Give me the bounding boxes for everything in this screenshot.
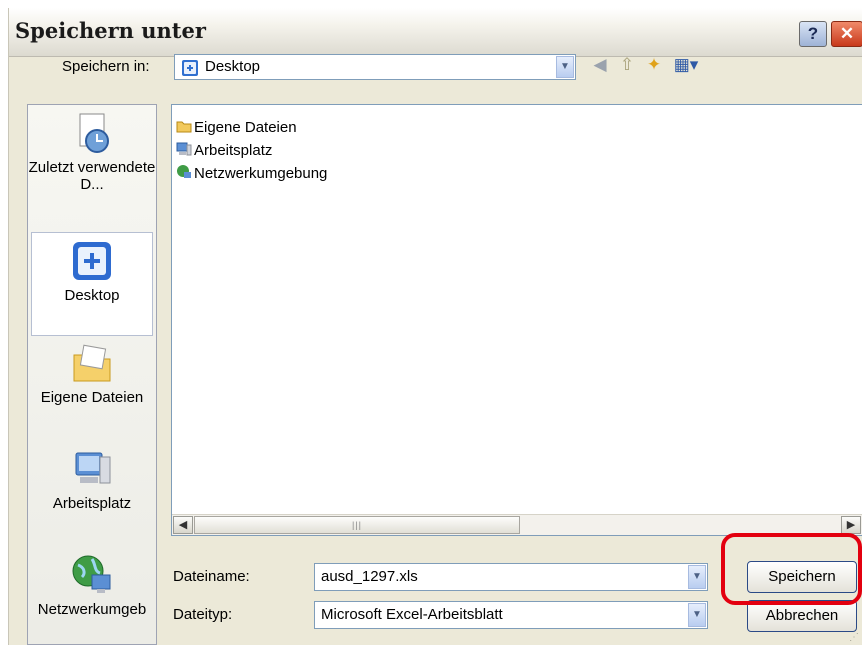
filename-value: ausd_1297.xls	[321, 568, 418, 585]
new-folder-icon[interactable]: ✦	[643, 54, 665, 76]
list-item[interactable]: Arbeitsplatz	[176, 141, 272, 161]
place-my-documents[interactable]: Eigene Dateien	[28, 341, 156, 406]
place-recent[interactable]: Zuletzt verwendete D...	[28, 111, 156, 193]
file-name: Netzwerkumgebung	[194, 165, 328, 182]
place-desktop-label: Desktop	[64, 287, 120, 304]
resize-grip-icon[interactable]: ⋰	[849, 632, 859, 643]
place-my-documents-label: Eigene Dateien	[40, 389, 144, 406]
file-name: Eigene Dateien	[194, 119, 297, 136]
place-desktop[interactable]: Desktop	[31, 232, 153, 336]
scroll-right-button[interactable]: ▶	[841, 516, 861, 534]
up-folder-icon[interactable]: ⇧	[616, 54, 638, 76]
places-bar: Zuletzt verwendete D... Desktop Eigene D…	[27, 104, 157, 645]
filename-field[interactable]: ausd_1297.xls ▼	[314, 563, 708, 591]
filetype-label: Dateityp:	[173, 606, 233, 623]
save-button-highlight	[721, 533, 862, 605]
network-icon	[177, 165, 191, 178]
view-menu-icon[interactable]: ▦▾	[671, 54, 701, 76]
save-in-label: Speichern in:	[62, 58, 150, 75]
back-icon[interactable]: ◀	[589, 54, 611, 76]
save-in-combo[interactable]: Desktop ▼	[174, 54, 576, 80]
my-documents-icon	[73, 344, 111, 382]
computer-icon	[176, 142, 192, 156]
folder-icon	[176, 121, 192, 133]
scroll-left-button[interactable]: ◀	[173, 516, 193, 534]
close-button[interactable]: ✕	[831, 21, 862, 47]
filename-label: Dateiname:	[173, 568, 250, 585]
my-computer-icon	[75, 452, 111, 484]
place-network-label: Netzwerkumgeb	[37, 601, 147, 618]
list-item[interactable]: Netzwerkumgebung	[176, 164, 327, 184]
horizontal-scrollbar[interactable]: ◀ ||| ▶	[172, 514, 862, 535]
list-item[interactable]: Eigene Dateien	[176, 118, 297, 138]
chevron-down-icon[interactable]: ▼	[688, 603, 706, 627]
recent-documents-icon	[79, 113, 109, 153]
file-name: Arbeitsplatz	[194, 142, 273, 159]
help-button[interactable]: ?	[799, 21, 827, 47]
place-my-computer[interactable]: Arbeitsplatz	[28, 447, 156, 512]
save-in-value: Desktop	[205, 58, 261, 75]
title-bar: Speichern unter ? ✕	[9, 8, 862, 57]
filetype-value: Microsoft Excel-Arbeitsblatt	[321, 606, 503, 623]
scrollbar-thumb[interactable]: |||	[194, 516, 520, 534]
chevron-down-icon[interactable]: ▼	[556, 56, 574, 78]
chevron-down-icon[interactable]: ▼	[688, 565, 706, 589]
filetype-select[interactable]: Microsoft Excel-Arbeitsblatt ▼	[314, 601, 708, 629]
file-list[interactable]: Eigene Dateien Arbeitsplatz Netzwerkumge…	[171, 104, 862, 536]
network-icon	[72, 555, 111, 593]
place-network[interactable]: Netzwerkumgeb	[28, 553, 156, 618]
place-recent-label: Zuletzt verwendete D...	[28, 159, 156, 193]
desktop-small-icon	[182, 60, 198, 76]
desktop-icon	[73, 242, 111, 280]
window-title: Speichern unter	[15, 18, 206, 43]
place-my-computer-label: Arbeitsplatz	[52, 495, 132, 512]
